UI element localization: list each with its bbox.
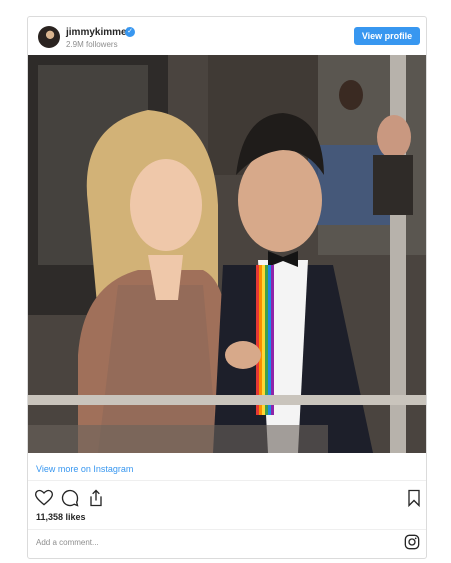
divider <box>28 480 426 481</box>
action-bar <box>34 488 424 508</box>
instagram-logo-icon[interactable] <box>404 534 420 550</box>
verified-badge-icon: ✓ <box>125 27 135 37</box>
bookmark-icon[interactable] <box>404 488 424 508</box>
view-more-link[interactable]: View more on Instagram <box>36 464 133 474</box>
comment-input[interactable]: Add a comment... <box>36 538 99 547</box>
view-profile-button[interactable]: View profile <box>354 27 420 45</box>
share-icon[interactable] <box>86 488 106 508</box>
comment-icon[interactable] <box>60 488 80 508</box>
instagram-embed-card: jimmykimmel ✓ 2.9M followers View profil… <box>27 16 427 559</box>
divider <box>28 529 426 530</box>
likes-count[interactable]: 11,358 likes <box>36 512 86 522</box>
avatar[interactable] <box>38 26 60 48</box>
followers-count: 2.9M followers <box>66 40 118 49</box>
post-header: jimmykimmel ✓ 2.9M followers View profil… <box>28 17 426 55</box>
post-photo[interactable] <box>28 55 426 453</box>
heart-icon[interactable] <box>34 488 54 508</box>
photo-illustration <box>28 55 426 453</box>
username[interactable]: jimmykimmel <box>66 27 129 38</box>
